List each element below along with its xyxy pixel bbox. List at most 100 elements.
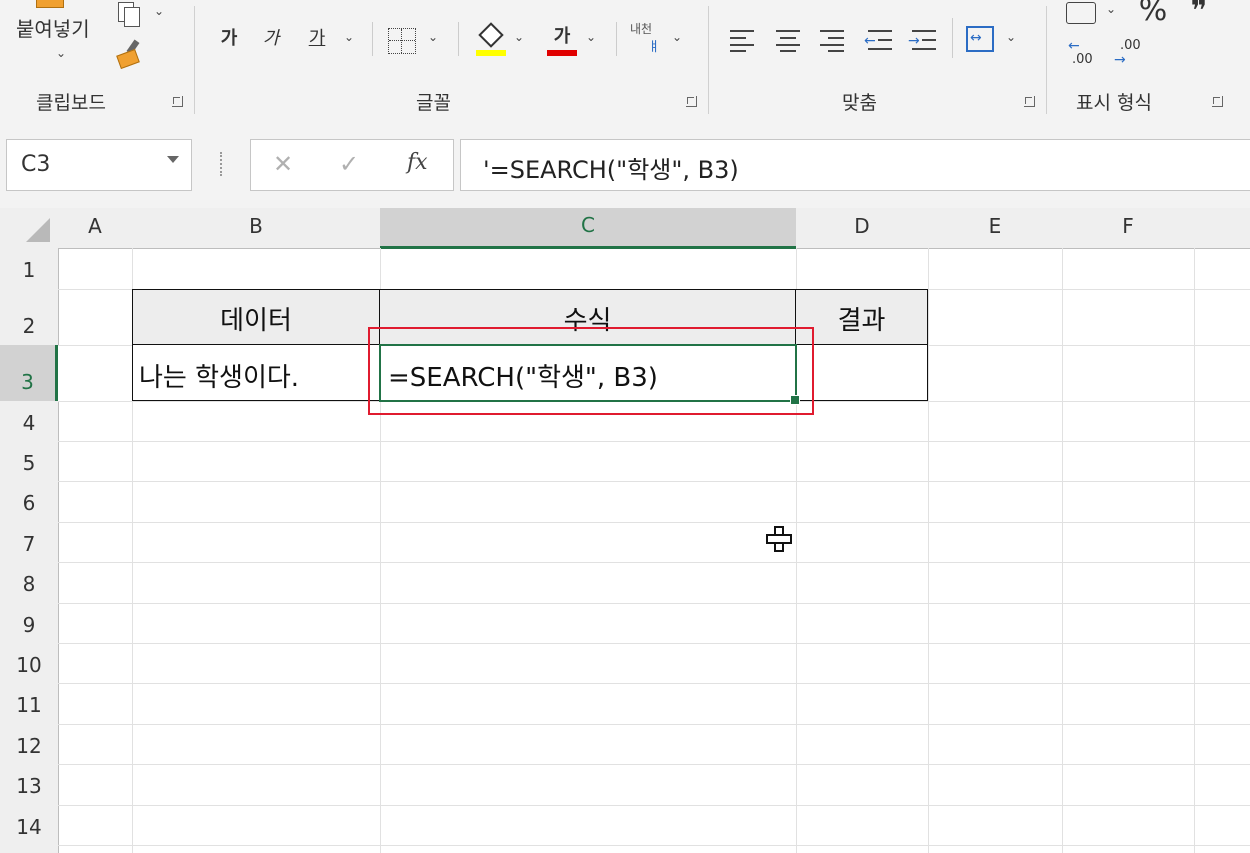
column-header-d[interactable]: D — [796, 208, 929, 249]
paste-dropdown-chevron-icon[interactable]: ⌄ — [56, 46, 66, 60]
row-label: 13 — [16, 774, 42, 798]
underline-dropdown-chevron-icon[interactable]: ⌄ — [344, 30, 354, 44]
fill-bucket — [478, 22, 504, 48]
font-group-label: 글꼴 — [416, 92, 451, 114]
row-header-9[interactable]: 9 — [0, 603, 59, 644]
row-header-4[interactable]: 4 — [0, 401, 59, 442]
copy-icon[interactable] — [116, 2, 144, 27]
line — [730, 37, 746, 39]
phonetic-button[interactable]: 내천 ㅒ — [628, 20, 662, 56]
bold-button[interactable]: 가 — [214, 24, 244, 54]
select-all-corner[interactable] — [0, 208, 59, 249]
row-header-5[interactable]: 5 — [0, 441, 59, 482]
cell-b2-text: 데이터 — [220, 306, 292, 336]
insert-function-icon[interactable]: fx — [407, 150, 428, 175]
line — [820, 30, 844, 32]
row-header-1[interactable]: 1 — [0, 248, 59, 290]
accounting-dropdown-chevron-icon[interactable]: ⌄ — [1106, 2, 1116, 16]
font-color-button[interactable]: 가 — [546, 22, 578, 58]
cancel-icon[interactable]: ✕ — [273, 150, 293, 178]
increase-indent-icon[interactable]: → — [908, 28, 936, 52]
row-header-13[interactable]: 13 — [0, 764, 59, 806]
font-group: 가 가 가 ⌄ ⌄ ⌄ 가 ⌄ 내천 ㅒ ⌄ 글꼴 — [196, 0, 706, 122]
gridline — [58, 683, 1250, 684]
align-center-icon[interactable] — [776, 28, 802, 52]
cell-d2-text: 결과 — [837, 306, 886, 336]
fill-color-bar — [476, 50, 506, 56]
copy-icon-front — [124, 7, 140, 27]
formula-input[interactable]: '=SEARCH("학생", B3) — [460, 139, 1250, 191]
clipboard-dialog-launcher-icon[interactable] — [172, 96, 183, 107]
name-box[interactable]: C3 — [6, 139, 192, 191]
col-label: D — [854, 214, 870, 238]
row-header-11[interactable]: 11 — [0, 683, 59, 725]
align-left-icon[interactable] — [730, 28, 756, 52]
column-header-f[interactable]: F — [1062, 208, 1195, 249]
font-dialog-launcher-icon[interactable] — [686, 96, 697, 107]
row-header-2[interactable]: 2 — [0, 289, 59, 346]
column-header-b[interactable]: B — [132, 208, 381, 249]
row-header-overflow — [0, 845, 59, 853]
fill-color-icon[interactable] — [476, 22, 506, 58]
row-header-7[interactable]: 7 — [0, 522, 59, 563]
arrow: ← — [864, 33, 876, 49]
row-header-6[interactable]: 6 — [0, 481, 59, 523]
cursor-center — [776, 536, 782, 542]
format-painter-brush — [116, 49, 140, 69]
increase-decimal-icon[interactable]: ← .00 — [1068, 38, 1102, 70]
col-label: C — [581, 213, 595, 237]
alignment-dialog-launcher-icon[interactable] — [1024, 96, 1035, 107]
percent-style-button[interactable]: % — [1136, 0, 1170, 26]
row-header-8[interactable]: 8 — [0, 562, 59, 604]
row-header-12[interactable]: 12 — [0, 724, 59, 765]
cell-d3[interactable] — [796, 345, 928, 401]
column-header-e[interactable]: E — [928, 208, 1063, 249]
row-header-3[interactable]: 3 — [0, 345, 58, 402]
formula-buttons: ✕ ✓ fx — [250, 139, 454, 191]
line — [780, 50, 796, 52]
row-header-10[interactable]: 10 — [0, 643, 59, 684]
align-right-icon[interactable] — [820, 28, 846, 52]
number-dialog-launcher-icon[interactable] — [1212, 96, 1223, 107]
format-painter-icon[interactable] — [116, 39, 144, 69]
italic-button[interactable]: 가 — [256, 24, 286, 54]
phonetic-dropdown-chevron-icon[interactable]: ⌄ — [672, 30, 682, 44]
merge-center-icon[interactable]: ↔ — [966, 26, 994, 52]
gridline — [1062, 248, 1063, 853]
ribbon: 붙여넣기 ⌄ ⌄ 클립보드 가 가 가 ⌄ ⌄ ⌄ 가 ⌄ 내천 ㅒ ⌄ 글꼴 … — [0, 0, 1250, 123]
col-label: E — [988, 214, 1002, 238]
cell-d2[interactable]: 결과 — [796, 289, 928, 345]
underline-button[interactable]: 가 — [302, 24, 332, 54]
name-box-dropdown-icon[interactable] — [167, 156, 179, 163]
decrease-indent-icon[interactable]: ← — [864, 28, 892, 52]
cell-b3[interactable]: 나는 학생이다. — [132, 345, 380, 401]
borders-icon[interactable] — [388, 28, 416, 54]
italic-label: 가 — [262, 28, 280, 49]
paste-button[interactable]: 붙여넣기 — [10, 14, 116, 44]
merge-dropdown-chevron-icon[interactable]: ⌄ — [1006, 30, 1016, 44]
column-header-overflow[interactable] — [1194, 208, 1250, 249]
paste-label: 붙여넣기 — [16, 17, 90, 41]
font-separator-3 — [616, 22, 617, 56]
underline-label: 가 — [308, 28, 326, 49]
column-header-c[interactable]: C — [380, 208, 797, 249]
column-header-a[interactable]: A — [58, 208, 133, 249]
font-color-dropdown-chevron-icon[interactable]: ⌄ — [586, 30, 596, 44]
formula-bar-grip-icon[interactable] — [220, 152, 226, 176]
formula-text: '=SEARCH("학생", B3) — [483, 156, 739, 184]
enter-icon[interactable]: ✓ — [339, 150, 359, 178]
row-header-14[interactable]: 14 — [0, 805, 59, 846]
decrease-decimal-icon[interactable]: .00 → — [1114, 38, 1148, 70]
row-label: 5 — [22, 451, 36, 475]
col-label: F — [1122, 214, 1134, 238]
cell-b2[interactable]: 데이터 — [132, 289, 380, 345]
accounting-format-icon[interactable] — [1066, 2, 1096, 24]
comma-style-button[interactable]: ❞ — [1184, 0, 1214, 26]
comma-label: ❞ — [1190, 0, 1208, 27]
decrease-decimal-label: .00 — [1120, 38, 1141, 53]
borders-dropdown-chevron-icon[interactable]: ⌄ — [428, 30, 438, 44]
copy-dropdown-chevron-icon[interactable]: ⌄ — [154, 4, 164, 18]
fill-color-dropdown-chevron-icon[interactable]: ⌄ — [514, 30, 524, 44]
line — [912, 30, 936, 32]
gridline — [1194, 248, 1195, 853]
